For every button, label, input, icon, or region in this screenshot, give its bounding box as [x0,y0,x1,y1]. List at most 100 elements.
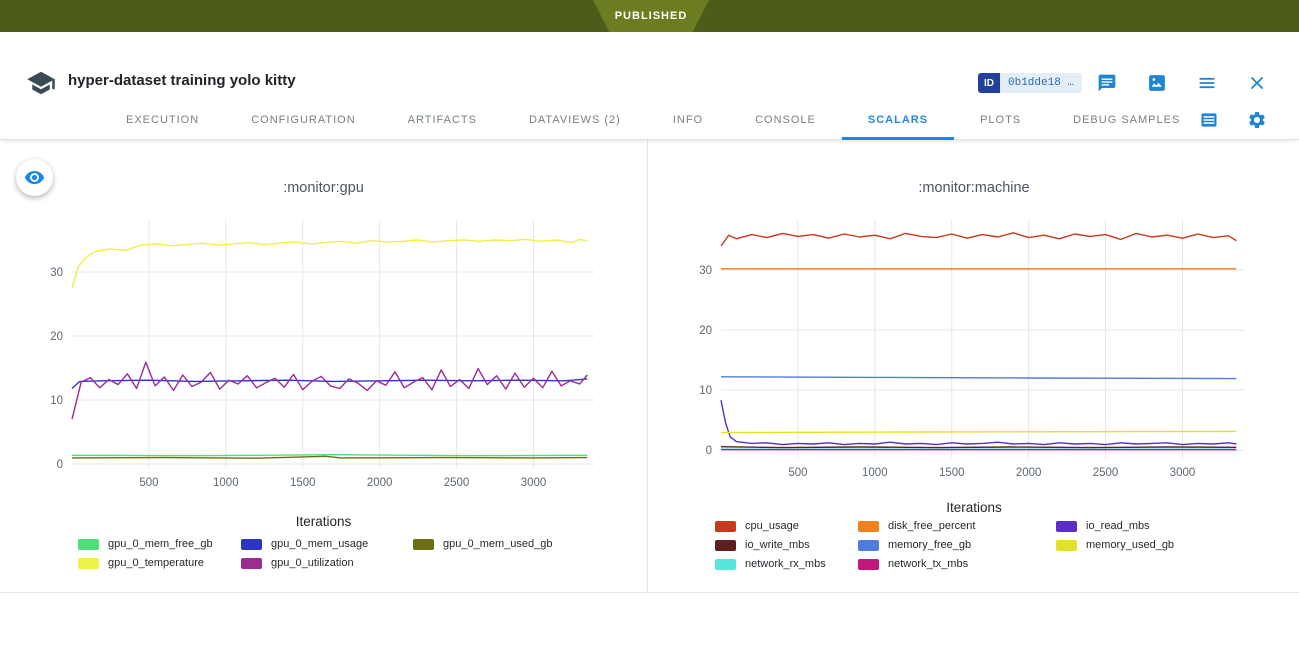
legend-swatch [1056,540,1077,551]
tab-scalars[interactable]: SCALARS [842,100,954,140]
chart-title: :monitor:gpu [0,180,647,196]
svg-text:20: 20 [699,325,712,337]
clearml-logo-icon [26,68,56,98]
svg-text:30: 30 [50,267,63,279]
comment-icon [1097,73,1117,93]
gear-icon [1247,110,1267,130]
legend-swatch [241,539,262,550]
machine-chart-canvas[interactable]: 010203050010001500200025003000 [659,210,1264,492]
svg-text:2500: 2500 [444,477,470,489]
experiment-id-chip[interactable]: ID 0b1dde18 … [978,73,1082,93]
app-window: PUBLISHED hyper-dataset training yolo ki… [0,0,1299,662]
legend-label: memory_free_gb [888,539,971,551]
metrics-table-button[interactable] [1196,107,1222,133]
legend-item-network_rx_mbs[interactable]: network_rx_mbs [715,558,858,570]
comments-button[interactable] [1094,70,1120,96]
status-bar: PUBLISHED [0,0,1299,32]
legend-item-gpu_0_utilization[interactable]: gpu_0_utilization [241,557,413,569]
legend-label: gpu_0_mem_used_gb [443,538,552,550]
legend-swatch [1056,521,1077,532]
legend-label: gpu_0_temperature [108,557,204,569]
close-icon [1247,73,1267,93]
svg-text:30: 30 [699,265,712,277]
legend-item-network_tx_mbs[interactable]: network_tx_mbs [858,558,1056,570]
legend-label: io_write_mbs [745,539,810,551]
settings-button[interactable] [1244,107,1270,133]
id-value: 0b1dde18 … [1000,73,1082,93]
tab-configuration[interactable]: CONFIGURATION [225,100,381,140]
tab-dataviews[interactable]: DATAVIEWS (2) [503,100,647,140]
menu-button[interactable] [1194,70,1220,96]
legend-swatch [241,558,262,569]
legend-item-gpu_0_mem_free_gb[interactable]: gpu_0_mem_free_gb [78,538,241,550]
tab-info[interactable]: INFO [647,100,729,140]
legend-label: network_rx_mbs [745,558,826,570]
bottom-strip [0,592,1299,662]
legend-swatch [715,521,736,532]
legend-swatch [858,559,879,570]
legend-label: memory_used_gb [1086,539,1174,551]
machine-chart-panel: :monitor:machine 01020305001000150020002… [649,140,1299,592]
hamburger-icon [1197,73,1217,93]
scalars-content: :monitor:gpu 0 10 20 30 500 1000 1500 2000 2500 3… [0,140,1299,592]
legend-label: disk_free_percent [888,520,975,532]
legend-label: gpu_0_utilization [271,557,354,569]
close-button[interactable] [1244,70,1270,96]
legend-label: gpu_0_mem_usage [271,538,368,550]
svg-text:10: 10 [699,385,712,397]
table-view-icon [1199,110,1219,130]
published-ribbon: PUBLISHED [593,0,709,32]
legend-label: gpu_0_mem_free_gb [108,538,213,550]
legend-label: network_tx_mbs [888,558,968,570]
tab-plots[interactable]: PLOTS [954,100,1047,140]
x-axis-label: Iterations [649,500,1299,515]
machine-chart-legend: cpu_usage disk_free_percent io_read_mbs io_… [715,520,1216,570]
id-label: ID [978,73,1000,93]
legend-item-gpu_0_mem_used_gb[interactable]: gpu_0_mem_used_gb [413,538,593,550]
svg-text:500: 500 [788,467,807,479]
eye-icon [24,167,45,188]
svg-text:2000: 2000 [367,477,393,489]
svg-text:500: 500 [139,477,158,489]
experiment-tabbar: EXECUTION CONFIGURATION ARTIFACTS DATAVI… [0,100,1299,140]
svg-text:3000: 3000 [521,477,547,489]
legend-swatch [413,539,434,550]
chart-title: :monitor:machine [649,180,1299,196]
image-icon [1147,73,1167,93]
gpu-chart-canvas[interactable]: 010203050010001500200025003000 [10,210,615,502]
legend-item-memory_free_gb[interactable]: memory_free_gb [858,539,1056,551]
gpu-chart-legend: gpu_0_mem_free_gb gpu_0_mem_usage gpu_0_me… [78,538,593,569]
legend-item-io_write_mbs[interactable]: io_write_mbs [715,539,858,551]
legend-item-cpu_usage[interactable]: cpu_usage [715,520,858,532]
gpu-chart-panel: :monitor:gpu 010203050010001500200025003… [0,140,648,592]
tab-execution[interactable]: EXECUTION [100,100,225,140]
tabs: EXECUTION CONFIGURATION ARTIFACTS DATAVI… [100,100,1206,140]
legend-swatch [858,521,879,532]
svg-text:3000: 3000 [1170,467,1196,479]
svg-text:20: 20 [50,331,63,343]
legend-item-disk_free_percent[interactable]: disk_free_percent [858,520,1056,532]
x-axis-label: Iterations [0,514,647,529]
legend-swatch [715,559,736,570]
legend-label: cpu_usage [745,520,799,532]
legend-item-io_read_mbs[interactable]: io_read_mbs [1056,520,1216,532]
svg-text:10: 10 [50,395,63,407]
svg-text:1500: 1500 [290,477,316,489]
legend-swatch [858,540,879,551]
svg-text:0: 0 [57,459,63,471]
tab-console[interactable]: CONSOLE [729,100,842,140]
preview-button[interactable] [1144,70,1170,96]
tab-debug-samples[interactable]: DEBUG SAMPLES [1047,100,1206,140]
legend-item-memory_used_gb[interactable]: memory_used_gb [1056,539,1216,551]
legend-swatch [78,558,99,569]
legend-item-gpu_0_temperature[interactable]: gpu_0_temperature [78,557,241,569]
experiment-header: hyper-dataset training yolo kitty + ADD … [0,32,1299,100]
legend-item-gpu_0_mem_usage[interactable]: gpu_0_mem_usage [241,538,413,550]
svg-text:1500: 1500 [939,467,965,479]
legend-swatch [78,539,99,550]
experiment-title: hyper-dataset training yolo kitty [68,72,296,89]
svg-text:1000: 1000 [862,467,888,479]
tab-artifacts[interactable]: ARTIFACTS [382,100,503,140]
toggle-visibility-button[interactable] [16,159,53,196]
legend-label: io_read_mbs [1086,520,1150,532]
